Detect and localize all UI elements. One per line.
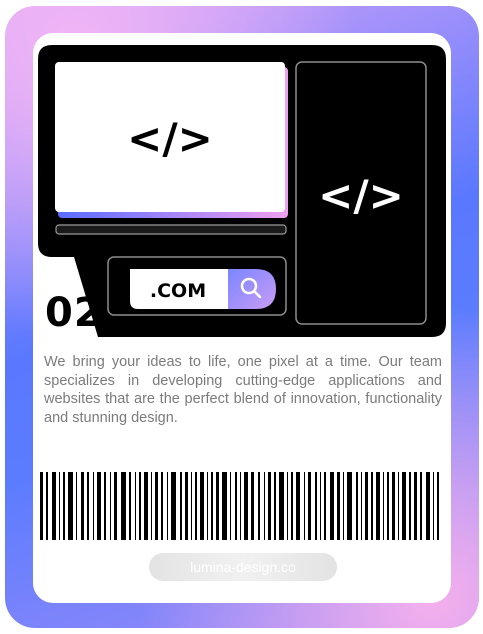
monitor-bar: [55, 224, 287, 235]
barcode-bar: [433, 472, 434, 540]
barcode-bar: [376, 472, 380, 540]
barcode-bar: [185, 472, 188, 540]
barcode-bar: [371, 472, 373, 540]
barcode-bar: [343, 472, 344, 540]
barcode-bar: [365, 472, 368, 540]
barcode-bar: [52, 472, 56, 540]
barcode-bar: [274, 472, 276, 540]
barcode-bar: [320, 472, 321, 540]
barcode-bar: [337, 472, 340, 540]
barcode-bar: [291, 472, 293, 540]
barcode-bar: [87, 472, 89, 540]
barcode-bar: [426, 472, 430, 540]
barcode: [40, 472, 439, 540]
barcode-bar: [46, 472, 48, 540]
card-description: We bring your ideas to life, one pixel a…: [44, 354, 442, 426]
search-button: [228, 269, 276, 309]
barcode-bar: [129, 472, 131, 540]
barcode-bar: [230, 472, 231, 540]
barcode-bar: [207, 472, 208, 540]
barcode-bar: [155, 472, 158, 540]
barcode-bar: [114, 472, 117, 540]
code-symbol-right: </>: [318, 171, 404, 220]
code-symbol-left: </>: [127, 114, 213, 163]
barcode-bar: [180, 472, 182, 540]
barcode-bar: [235, 472, 237, 540]
barcode-bar: [211, 472, 213, 540]
step-number: 02: [45, 290, 103, 336]
barcode-bar: [361, 472, 362, 540]
barcode-bar: [161, 472, 163, 540]
website-link[interactable]: lumina-design.co: [149, 553, 337, 581]
domain-label: .COM: [150, 280, 206, 302]
barcode-bar: [324, 472, 326, 540]
barcode-bar: [251, 472, 254, 540]
barcode-bar: [135, 472, 136, 540]
barcode-bar: [121, 472, 126, 540]
barcode-bar: [398, 472, 399, 540]
barcode-bar: [356, 472, 358, 540]
barcode-bar: [222, 472, 227, 540]
barcode-bar: [240, 472, 241, 540]
barcode-bar: [191, 472, 192, 540]
barcode-bar: [216, 472, 219, 540]
barcode-bar: [81, 472, 84, 540]
barcode-bar: [59, 472, 60, 540]
barcode-bar: [402, 472, 406, 540]
barcode-bar: [296, 472, 300, 540]
barcode-bar: [104, 472, 106, 540]
barcode-bar: [200, 472, 204, 540]
barcode-bar: [268, 472, 271, 540]
barcode-bar: [93, 472, 94, 540]
barcode-bar: [315, 472, 317, 540]
barcode-bar: [308, 472, 311, 540]
barcode-bar: [97, 472, 101, 540]
barcode-bar: [40, 472, 43, 540]
barcode-bar: [68, 472, 73, 540]
barcode-bar: [264, 472, 265, 540]
barcode-bar: [167, 472, 168, 540]
barcode-bar: [387, 472, 389, 540]
barcode-bar: [171, 472, 176, 540]
barcode-bar: [437, 472, 439, 540]
barcode-bar: [414, 472, 417, 540]
barcode-bar: [330, 472, 334, 540]
barcode-bar: [409, 472, 411, 540]
barcode-bar: [347, 472, 352, 540]
barcode-bar: [195, 472, 197, 540]
barcode-bar: [244, 472, 248, 540]
barcode-bar: [151, 472, 152, 540]
barcode-bar: [139, 472, 141, 540]
barcode-bar: [383, 472, 384, 540]
barcode-bar: [76, 472, 77, 540]
barcode-bar: [420, 472, 422, 540]
barcode-bar: [392, 472, 395, 540]
barcode-bar: [258, 472, 260, 540]
barcode-bar: [279, 472, 284, 540]
barcode-bar: [110, 472, 111, 540]
barcode-bar: [144, 472, 148, 540]
barcode-bar: [304, 472, 305, 540]
barcode-bar: [63, 472, 65, 540]
barcode-bar: [287, 472, 288, 540]
